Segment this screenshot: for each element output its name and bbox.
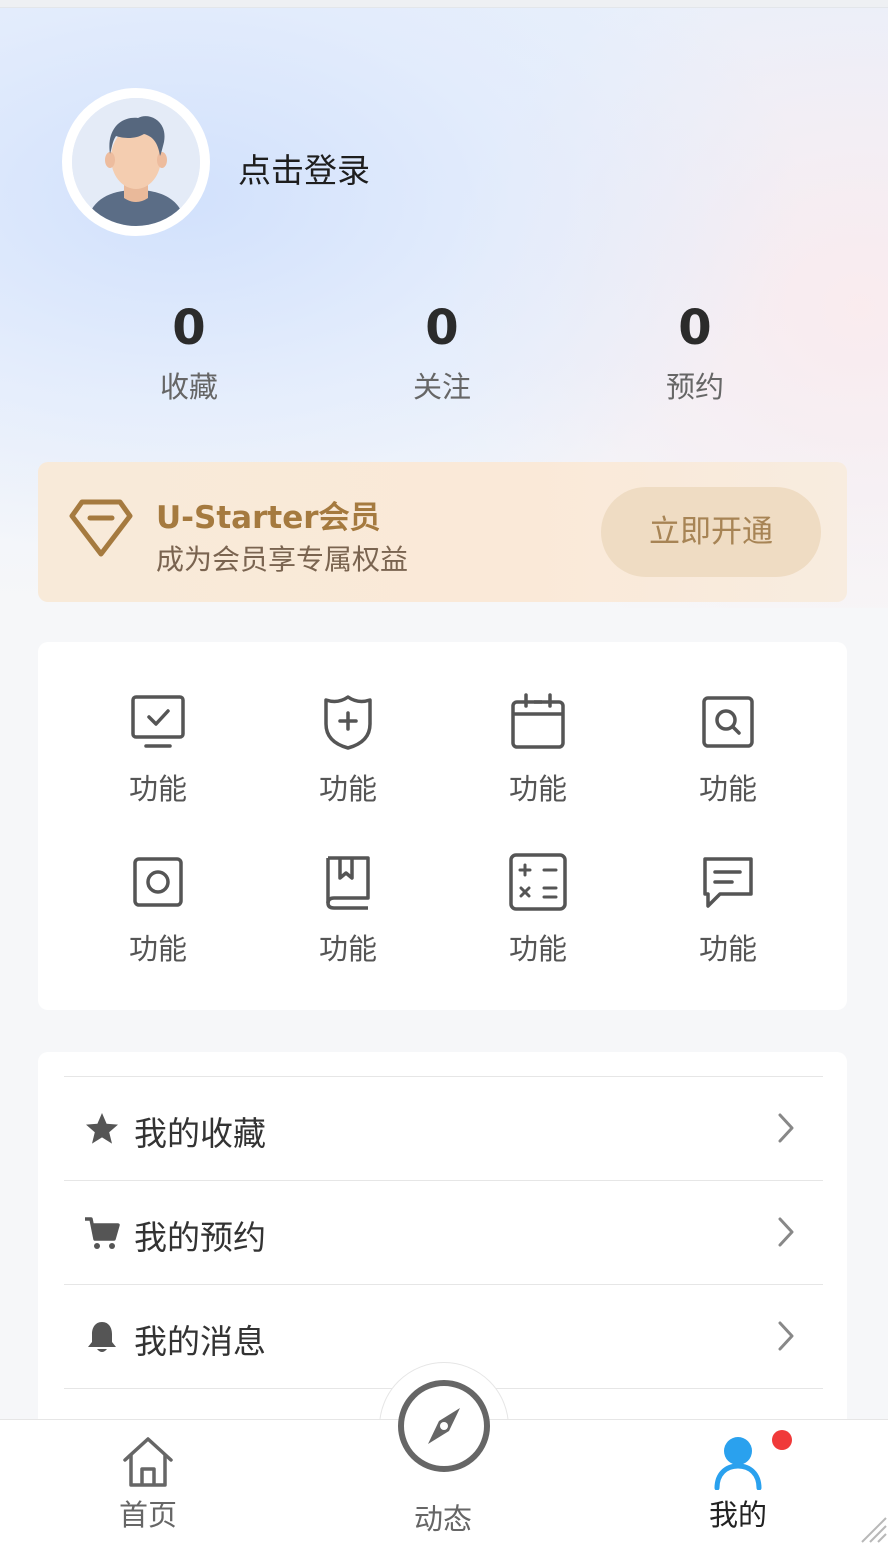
monitor-check-icon <box>131 695 185 748</box>
feature-item[interactable]: 功能 <box>253 692 443 808</box>
tab-label: 我的 <box>708 1498 767 1532</box>
vip-subtitle: 成为会员享专属权益 <box>156 543 409 576</box>
avatar[interactable] <box>62 88 210 236</box>
tab-mine[interactable]: 我的 <box>638 1420 838 1534</box>
stat-value: 0 <box>425 300 459 356</box>
stat-bookings[interactable]: 0 预约 <box>615 298 775 406</box>
feature-item[interactable]: 功能 <box>253 852 443 968</box>
book-icon <box>326 856 370 910</box>
menu-item-bookings[interactable]: 我的预约 <box>64 1180 823 1284</box>
feature-item[interactable]: 功能 <box>633 692 823 808</box>
home-icon <box>123 1437 173 1487</box>
menu-item-label: 我的收藏 <box>134 1114 266 1153</box>
window-top-border <box>0 0 888 8</box>
search-box-icon <box>702 696 754 748</box>
compass-icon[interactable] <box>396 1378 492 1474</box>
stat-label: 关注 <box>412 370 471 404</box>
stat-following[interactable]: 0 关注 <box>362 298 522 406</box>
stat-favorites[interactable]: 0 收藏 <box>109 298 269 406</box>
feature-label: 功能 <box>318 772 377 806</box>
feature-label: 功能 <box>128 932 187 966</box>
tab-label: 首页 <box>118 1498 177 1532</box>
chevron-right-icon <box>778 1113 794 1143</box>
feature-item[interactable]: 功能 <box>633 852 823 968</box>
feature-item[interactable]: 功能 <box>443 692 633 808</box>
star-icon <box>86 1113 118 1144</box>
user-icon <box>714 1437 762 1490</box>
feature-label: 功能 <box>128 772 187 806</box>
vip-banner[interactable]: U-Starter会员 成为会员享专属权益 立即开通 <box>38 462 847 602</box>
default-avatar-icon <box>72 98 200 226</box>
shield-plus-icon <box>324 695 372 750</box>
feature-label: 功能 <box>318 932 377 966</box>
diamond-icon <box>69 499 133 557</box>
feature-item[interactable]: 功能 <box>63 692 253 808</box>
tab-label: 动态 <box>413 1502 472 1536</box>
bell-icon <box>88 1322 116 1352</box>
notification-badge-dot <box>772 1430 792 1450</box>
stat-value: 0 <box>172 300 206 356</box>
feature-label: 功能 <box>698 772 757 806</box>
camera-icon <box>133 857 183 907</box>
resize-grip-icon[interactable] <box>852 1508 888 1544</box>
feature-item[interactable]: 功能 <box>443 852 633 968</box>
calculator-icon <box>509 853 567 911</box>
vip-title: U-Starter会员 <box>156 500 381 536</box>
menu-item-label: 我的预约 <box>134 1218 266 1257</box>
feature-label: 功能 <box>508 932 567 966</box>
chevron-right-icon <box>778 1217 794 1247</box>
stat-label: 收藏 <box>159 370 218 404</box>
chevron-right-icon <box>778 1321 794 1351</box>
feature-label: 功能 <box>698 932 757 966</box>
message-icon <box>703 857 753 908</box>
vip-activate-button[interactable]: 立即开通 <box>601 487 821 577</box>
feature-grid: 功能 功能 功能 功能 功能 功能 功能 功能 <box>38 642 847 1010</box>
tab-home[interactable]: 首页 <box>48 1420 248 1534</box>
feature-item[interactable]: 功能 <box>63 852 253 968</box>
cart-icon <box>85 1217 120 1249</box>
feature-label: 功能 <box>508 772 567 806</box>
stat-value: 0 <box>678 300 712 356</box>
calendar-icon <box>511 693 565 749</box>
menu-item-favorites[interactable]: 我的收藏 <box>64 1076 823 1180</box>
stat-label: 预约 <box>665 370 724 404</box>
login-link[interactable]: 点击登录 <box>238 144 370 192</box>
menu-item-label: 我的消息 <box>134 1322 266 1361</box>
